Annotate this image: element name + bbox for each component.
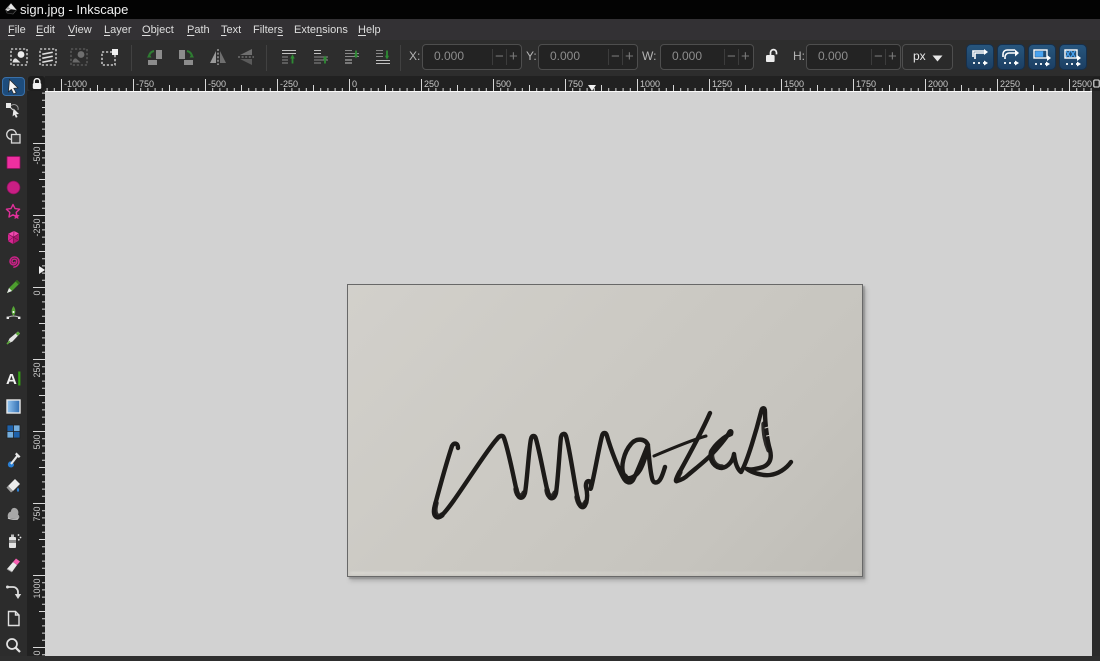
svg-text:1000: 1000	[640, 79, 660, 89]
svg-text:-1000: -1000	[64, 79, 87, 89]
svg-text:1250: 1250	[32, 651, 42, 657]
svg-text:-750: -750	[136, 79, 154, 89]
svg-text:A: A	[6, 371, 17, 387]
svg-text:500: 500	[496, 79, 511, 89]
svg-text:-250: -250	[280, 79, 298, 89]
svg-text:-250: -250	[32, 219, 42, 237]
svg-text:0: 0	[32, 291, 42, 296]
svg-text:500: 500	[32, 435, 42, 450]
svg-text:-500: -500	[32, 147, 42, 165]
svg-text:750: 750	[568, 79, 583, 89]
svg-text:1000: 1000	[32, 579, 42, 599]
svg-text:750: 750	[32, 507, 42, 522]
svg-text:0: 0	[352, 79, 357, 89]
svg-text:-500: -500	[208, 79, 226, 89]
svg-text:1750: 1750	[856, 79, 876, 89]
svg-text:2000: 2000	[928, 79, 948, 89]
svg-text:250: 250	[424, 79, 439, 89]
svg-text:1500: 1500	[784, 79, 804, 89]
svg-text:250: 250	[32, 363, 42, 378]
svg-text:2500: 2500	[1072, 79, 1092, 89]
svg-text:1250: 1250	[712, 79, 732, 89]
svg-text:2250: 2250	[1000, 79, 1020, 89]
